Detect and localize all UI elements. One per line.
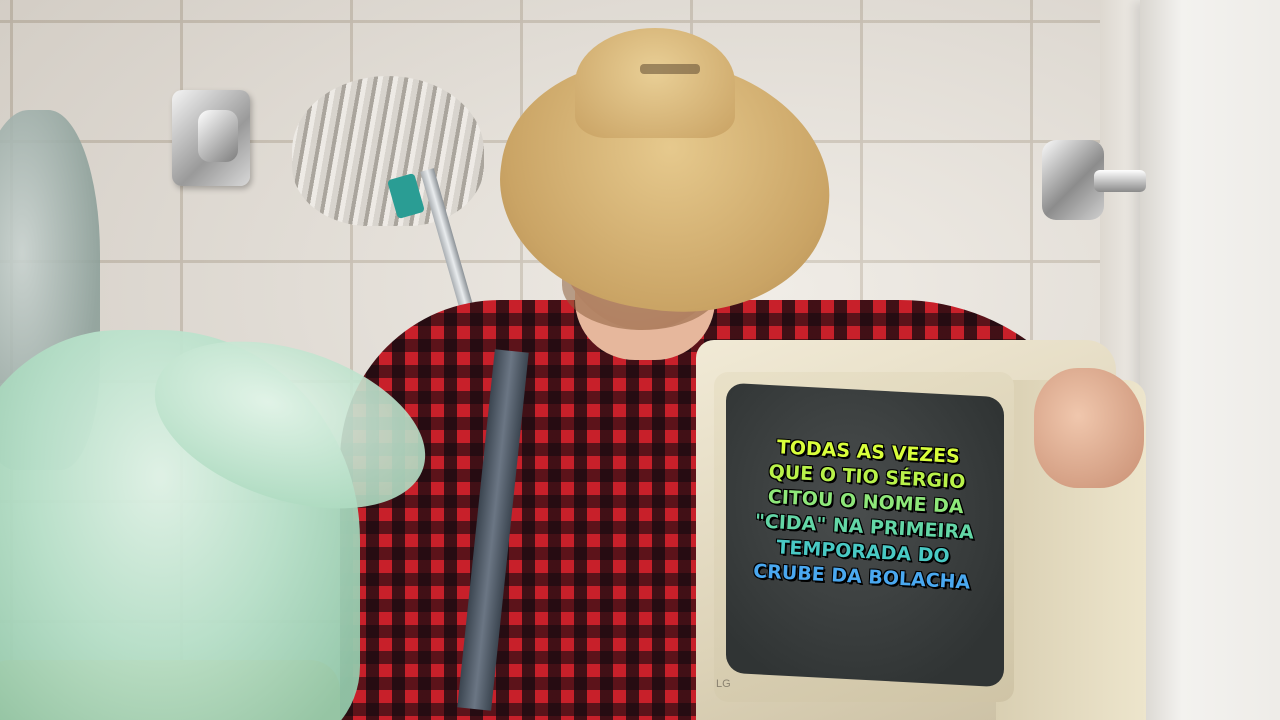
- video-thumbnail: LG TODAS AS VEZES QUE O TIO SÉRGIO CITOU…: [0, 0, 1280, 720]
- towel-hook-icon: [172, 90, 250, 186]
- cowboy-hat-crown: [575, 28, 735, 138]
- cowboy-hat-band: [640, 64, 700, 74]
- caption-text: TODAS AS VEZES QUE O TIO SÉRGIO CITOU O …: [726, 433, 1003, 597]
- mop-icon: [292, 76, 484, 226]
- monitor-brand-logo: LG: [716, 678, 731, 690]
- hand: [1034, 368, 1144, 488]
- door-handle-icon: [1042, 140, 1146, 220]
- door: [1140, 0, 1280, 720]
